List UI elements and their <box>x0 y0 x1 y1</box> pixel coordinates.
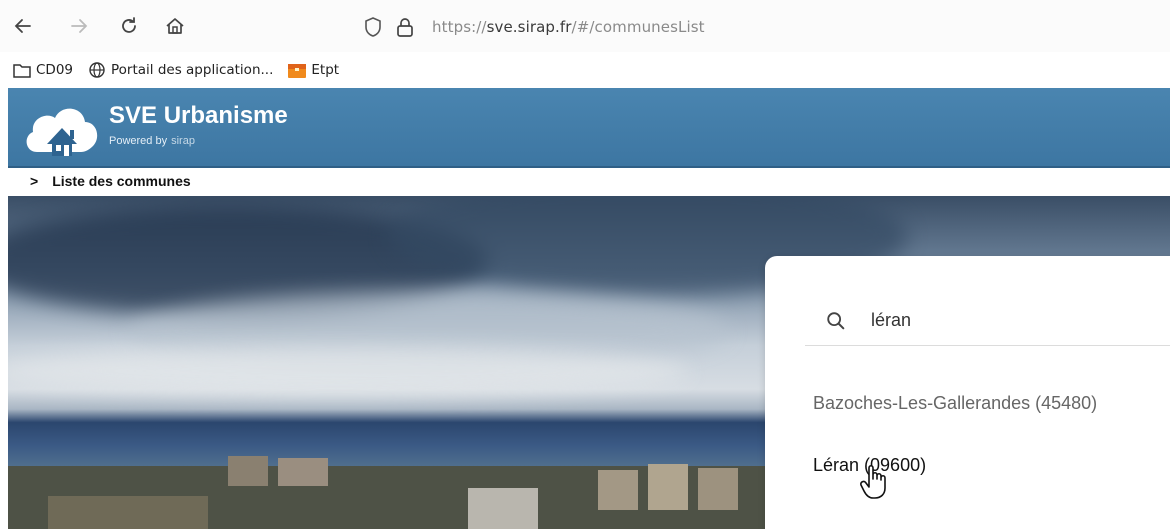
app-header: SVE Urbanisme Powered by sirap <box>8 88 1170 168</box>
hand-cursor-icon <box>860 464 886 499</box>
home-icon <box>166 18 184 34</box>
commune-search-card: Bazoches-Les-Gallerandes (45480) Léran (… <box>765 256 1170 529</box>
reload-icon <box>122 17 136 33</box>
building-shape <box>698 468 738 510</box>
breadcrumb: > Liste des communes <box>30 171 191 191</box>
app-title: SVE Urbanisme <box>109 102 288 129</box>
url-text: https://sve.sirap.fr/#/communesList <box>432 18 705 36</box>
bookmark-portail[interactable]: Portail des application... <box>87 61 273 79</box>
arrow-left-icon <box>14 19 31 33</box>
home-button[interactable] <box>158 9 192 43</box>
bookmark-etpt[interactable]: Etpt <box>287 61 339 79</box>
forward-button[interactable] <box>62 9 96 43</box>
building-shape <box>278 458 328 486</box>
bookmark-cd09[interactable]: CD09 <box>12 61 73 79</box>
breadcrumb-separator: > <box>30 173 39 189</box>
shield-icon <box>362 16 384 38</box>
bookmark-label: Etpt <box>311 62 340 78</box>
folder-icon <box>12 61 32 79</box>
building-shape <box>648 464 688 510</box>
building-shape <box>598 470 638 510</box>
building-shape <box>228 456 268 486</box>
bookmark-label: CD09 <box>36 62 73 78</box>
breadcrumb-current: Liste des communes <box>52 173 191 189</box>
briefcase-icon <box>287 61 307 79</box>
reload-button[interactable] <box>112 9 146 43</box>
building-shape <box>468 488 538 529</box>
search-result-item[interactable]: Bazoches-Les-Gallerandes (45480) <box>813 393 1097 414</box>
search-bar <box>805 296 1170 346</box>
address-bar[interactable]: https://sve.sirap.fr/#/communesList <box>362 12 705 42</box>
browser-toolbar: https://sve.sirap.fr/#/communesList <box>0 0 1170 52</box>
cloud-house-logo-icon[interactable] <box>23 94 101 160</box>
sirap-brand: sirap <box>171 135 195 147</box>
search-icon <box>825 309 849 333</box>
arrow-right-icon <box>71 19 88 33</box>
globe-icon <box>87 61 107 79</box>
powered-by: Powered by sirap <box>109 135 195 147</box>
lock-icon <box>394 16 416 38</box>
search-input[interactable] <box>871 310 1151 331</box>
bookmarks-bar: CD09 Portail des application... Etpt <box>0 55 1170 85</box>
back-button[interactable] <box>6 9 40 43</box>
bookmark-label: Portail des application... <box>111 62 274 78</box>
cloud-shape <box>8 346 688 396</box>
building-shape <box>48 496 208 529</box>
